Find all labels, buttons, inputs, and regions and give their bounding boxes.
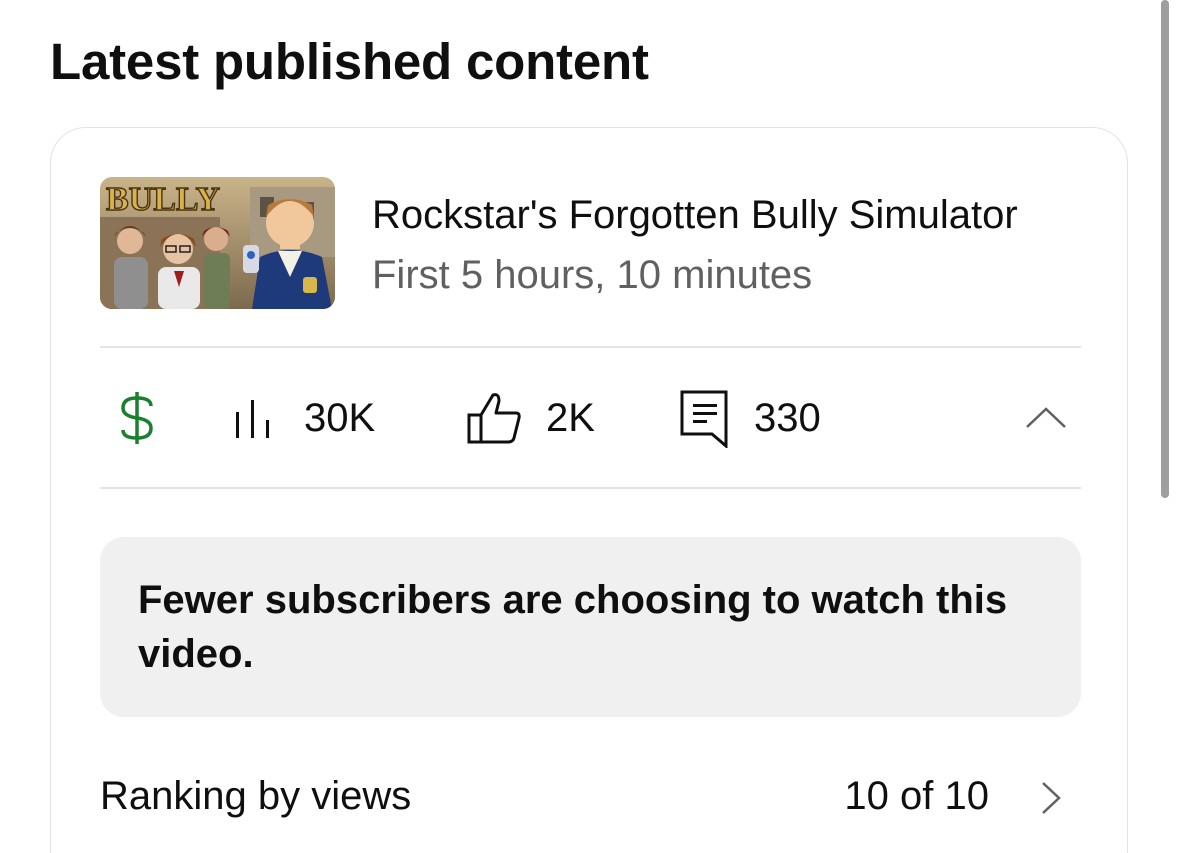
- views-count: 30K: [304, 396, 376, 440]
- insight-box: Fewer subscribers are choosing to watch …: [100, 537, 1081, 717]
- latest-content-card: BULLY Rockstar's Forgotten Bully Simulat…: [50, 127, 1128, 853]
- ranking-label: Ranking by views: [100, 774, 412, 818]
- analytics-page: Latest published content BULLY Rockstar'…: [0, 0, 1179, 853]
- comments-count: 330: [754, 396, 821, 440]
- revenue-stat[interactable]: [118, 348, 156, 488]
- video-row[interactable]: BULLY Rockstar's Forgotten Bully Simulat…: [100, 177, 1090, 309]
- video-period: First 5 hours, 10 minutes: [372, 253, 813, 297]
- insight-text: Fewer subscribers are choosing to watch …: [138, 578, 1008, 676]
- comment-icon: [680, 390, 728, 448]
- chevron-right-icon[interactable]: [1039, 780, 1063, 816]
- views-stat[interactable]: 30K: [234, 348, 375, 488]
- stats-row[interactable]: 30K 2K 330: [100, 348, 1081, 488]
- thumbnail-artwork: BULLY: [100, 177, 335, 309]
- section-title: Latest published content: [50, 33, 649, 90]
- bar-chart-icon: [236, 400, 269, 438]
- divider-bottom: [100, 487, 1081, 489]
- thumbs-up-icon: [467, 393, 521, 444]
- video-title[interactable]: Rockstar's Forgotten Bully Simulator: [372, 191, 1018, 239]
- ranking-row[interactable]: Ranking by views 10 of 10: [100, 758, 1081, 838]
- likes-count: 2K: [546, 396, 595, 440]
- video-thumbnail[interactable]: BULLY: [100, 177, 335, 309]
- scrollbar[interactable]: [1161, 0, 1169, 498]
- chevron-up-icon: [1026, 407, 1066, 428]
- collapse-button[interactable]: [1025, 348, 1067, 488]
- dollar-icon: [121, 392, 153, 444]
- ranking-value: 10 of 10: [844, 774, 989, 818]
- thumbnail-logo-text: BULLY: [106, 181, 220, 218]
- comments-stat[interactable]: 330: [680, 348, 821, 488]
- likes-stat[interactable]: 2K: [466, 348, 595, 488]
